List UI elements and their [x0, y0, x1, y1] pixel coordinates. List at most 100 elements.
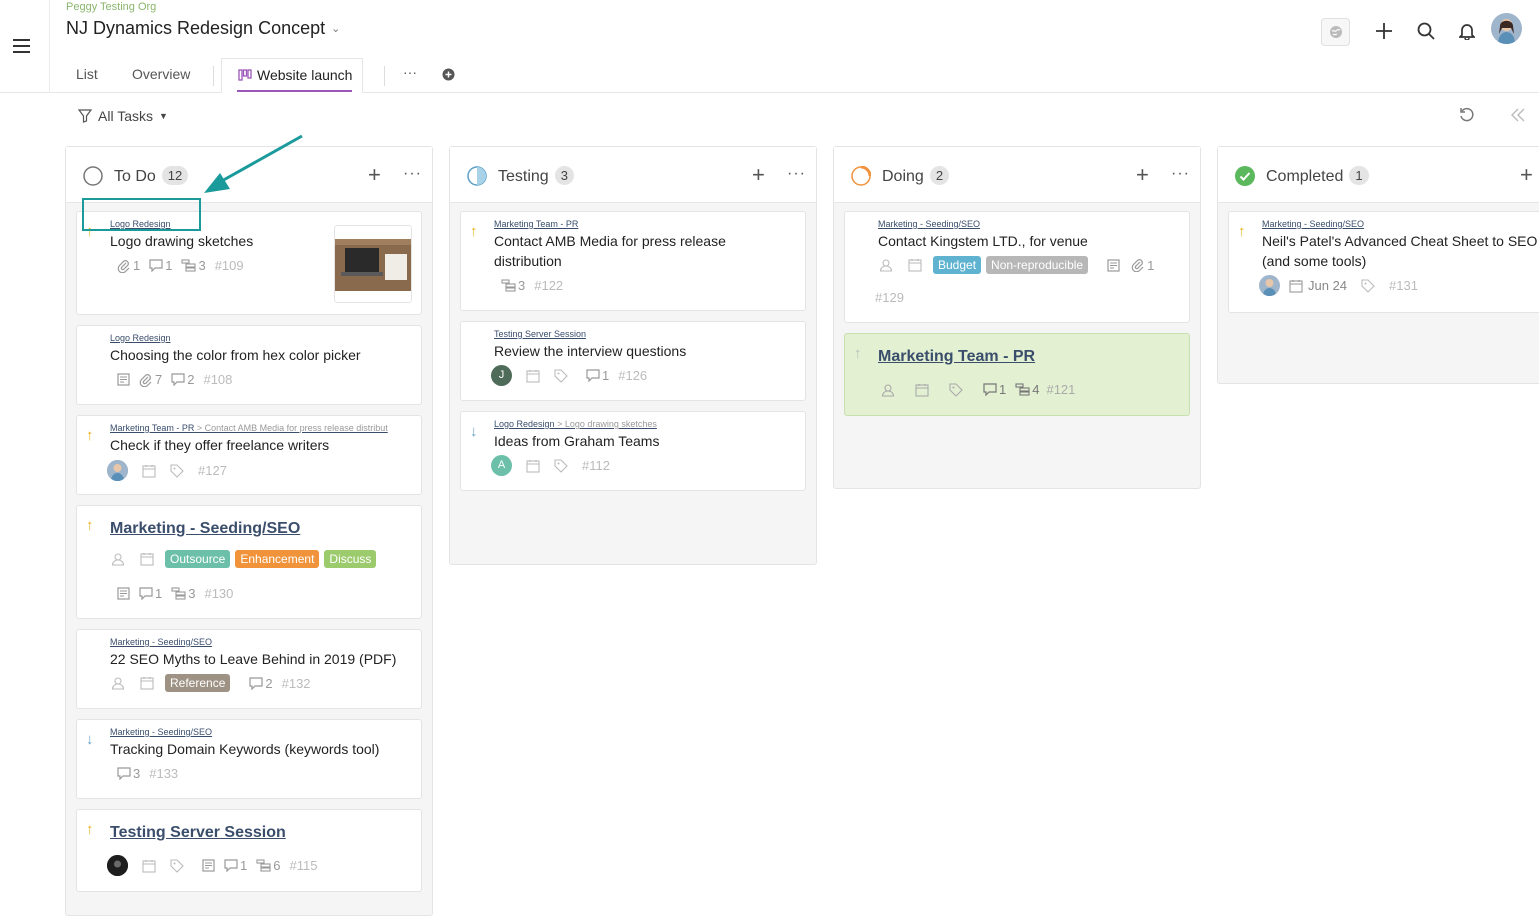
due-date[interactable]: Jun 24: [1289, 278, 1347, 293]
comment-count: 2: [249, 676, 273, 691]
add-task-icon[interactable]: +: [752, 162, 765, 188]
priority-up-icon: ↑: [470, 223, 478, 240]
task-card[interactable]: Testing Server Session Review the interv…: [460, 321, 806, 401]
task-title[interactable]: Testing Server Session: [110, 824, 286, 842]
tag-icon[interactable]: [170, 858, 184, 873]
task-card[interactable]: Logo Redesign Choosing the color from he…: [76, 325, 422, 405]
task-card[interactable]: ↑ Marketing Team - PR > Contact AMB Medi…: [76, 415, 422, 495]
task-filter[interactable]: All Tasks ▼: [78, 108, 168, 124]
parent-link[interactable]: Marketing - Seeding/SEO: [110, 637, 212, 647]
tab-list[interactable]: List: [76, 66, 98, 82]
parent-link[interactable]: Marketing - Seeding/SEO: [878, 219, 980, 229]
subtask-count: 3: [171, 586, 195, 601]
globe-icon[interactable]: [1321, 18, 1350, 46]
calendar-icon[interactable]: [140, 552, 154, 566]
task-card[interactable]: ↑ Marketing Team - PR Contact AMB Media …: [460, 211, 806, 311]
tab-website-launch[interactable]: Website launch: [221, 58, 364, 93]
calendar-icon[interactable]: [526, 369, 540, 383]
task-card[interactable]: ↑ Testing Server Session 1 6 #115: [76, 809, 422, 892]
task-title[interactable]: Contact Kingstem LTD., for venue: [878, 231, 1088, 251]
refresh-icon[interactable]: [1458, 106, 1476, 124]
calendar-icon[interactable]: [142, 859, 156, 873]
task-title[interactable]: Marketing - Seeding/SEO: [110, 520, 300, 538]
bell-icon[interactable]: [1452, 16, 1482, 46]
tag-badge[interactable]: Reference: [165, 674, 231, 692]
subtask-count: 3: [181, 258, 206, 273]
project-title[interactable]: NJ Dynamics Redesign Concept ⌄: [66, 18, 340, 39]
search-icon[interactable]: [1411, 16, 1441, 46]
column-title[interactable]: Completed: [1266, 168, 1343, 185]
parent-link[interactable]: Logo Redesign: [110, 333, 171, 343]
tag-badge[interactable]: Budget: [933, 256, 982, 274]
task-title[interactable]: Contact AMB Media for press release dist…: [494, 231, 764, 271]
calendar-icon[interactable]: [526, 459, 540, 473]
tag-badge[interactable]: Enhancement: [235, 550, 320, 568]
assignee-avatar[interactable]: [1259, 275, 1280, 296]
org-name[interactable]: Peggy Testing Org: [66, 1, 156, 13]
parent-link[interactable]: Marketing - Seeding/SEO: [110, 727, 212, 737]
column-more-icon[interactable]: ···: [787, 165, 806, 183]
tag-badge[interactable]: Outsource: [165, 550, 231, 568]
parent-link[interactable]: Logo Redesign > Logo drawing sketches: [494, 419, 657, 429]
tag-icon[interactable]: [1361, 278, 1375, 293]
tab-overview[interactable]: Overview: [132, 66, 190, 82]
chevron-down-icon[interactable]: ⌄: [331, 23, 340, 35]
tag-badge[interactable]: Non-reproducible: [986, 256, 1089, 274]
tag-icon[interactable]: [170, 463, 184, 478]
task-card[interactable]: ↑ Marketing - Seeding/SEO Outsource Enha…: [76, 505, 422, 619]
collapse-panel-icon[interactable]: [1510, 107, 1526, 123]
tag-icon[interactable]: [554, 368, 568, 383]
add-task-icon[interactable]: +: [1520, 162, 1533, 188]
assignee-avatar[interactable]: [107, 855, 128, 876]
column-title[interactable]: Testing: [498, 168, 549, 185]
assignee-icon[interactable]: [111, 552, 125, 566]
assignee-avatar[interactable]: [107, 460, 128, 481]
parent-link[interactable]: Marketing Team - PR > Contact AMB Media …: [110, 423, 388, 433]
column-to-do: To Do 12 + ··· ↑ Logo Redesign Logo drawi…: [65, 146, 433, 916]
annotation-arrow: [204, 134, 303, 193]
tag-badge[interactable]: Discuss: [324, 550, 377, 568]
task-card[interactable]: ↓ Logo Redesign > Logo drawing sketches …: [460, 411, 806, 491]
assignee-avatar[interactable]: A: [491, 455, 512, 476]
task-card[interactable]: ↑ Marketing - Seeding/SEO Neil's Patel's…: [1228, 211, 1539, 313]
calendar-icon[interactable]: [140, 676, 154, 690]
task-title[interactable]: Logo drawing sketches: [110, 231, 253, 251]
task-title[interactable]: Review the interview questions: [494, 341, 686, 361]
calendar-icon[interactable]: [915, 383, 929, 397]
column-more-icon[interactable]: ···: [1171, 165, 1190, 183]
task-title[interactable]: Neil's Patel's Advanced Cheat Sheet to S…: [1262, 231, 1539, 271]
assignee-icon[interactable]: [881, 383, 895, 397]
task-title[interactable]: Tracking Domain Keywords (keywords tool): [110, 739, 379, 759]
parent-link[interactable]: Marketing Team - PR: [494, 219, 578, 229]
task-title[interactable]: Marketing Team - PR: [878, 348, 1035, 366]
task-title[interactable]: Ideas from Graham Teams: [494, 431, 659, 451]
calendar-icon[interactable]: [908, 258, 922, 272]
tag-icon[interactable]: [554, 458, 568, 473]
parent-link[interactable]: Testing Server Session: [494, 329, 586, 339]
column-more-icon[interactable]: ···: [403, 165, 422, 183]
parent-link[interactable]: Marketing - Seeding/SEO: [1262, 219, 1364, 229]
tag-icon[interactable]: [949, 382, 963, 397]
menu-button[interactable]: [0, 0, 50, 93]
column-header: Doing 2 + ···: [834, 147, 1200, 203]
calendar-icon[interactable]: [142, 464, 156, 478]
add-task-icon[interactable]: +: [1136, 162, 1149, 188]
column-title[interactable]: To Do: [114, 168, 156, 185]
add-task-icon[interactable]: +: [368, 162, 381, 188]
task-card[interactable]: Marketing - Seeding/SEO 22 SEO Myths to …: [76, 629, 422, 709]
task-title[interactable]: Choosing the color from hex color picker: [110, 345, 361, 365]
add-icon[interactable]: [1369, 16, 1399, 46]
add-view-button[interactable]: [442, 68, 455, 81]
assignee-avatar[interactable]: J: [491, 365, 512, 386]
more-views-button[interactable]: ···: [403, 64, 417, 80]
column-title[interactable]: Doing: [882, 168, 924, 185]
assignee-icon[interactable]: [111, 676, 125, 690]
task-title[interactable]: Check if they offer freelance writers: [110, 435, 329, 455]
task-card[interactable]: Marketing - Seeding/SEO Contact Kingstem…: [844, 211, 1190, 323]
task-title[interactable]: 22 SEO Myths to Leave Behind in 2019 (PD…: [110, 649, 396, 669]
user-avatar[interactable]: [1491, 13, 1522, 44]
assignee-icon[interactable]: [879, 258, 893, 272]
task-card-highlighted[interactable]: ↑ Marketing Team - PR 1 4 #121: [844, 333, 1190, 416]
task-card[interactable]: ↓ Marketing - Seeding/SEO Tracking Domai…: [76, 719, 422, 799]
task-thumbnail[interactable]: [334, 225, 412, 303]
